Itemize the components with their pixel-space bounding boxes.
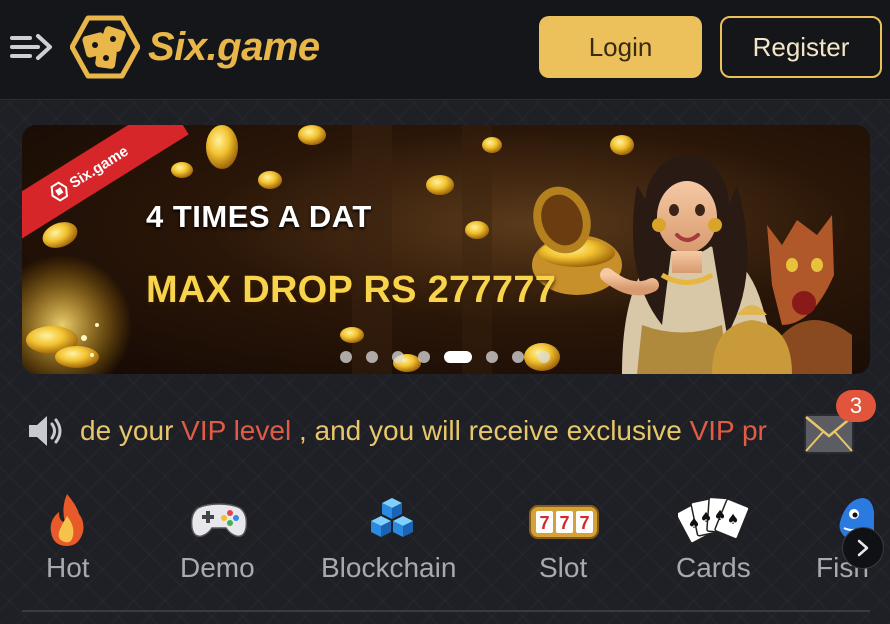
category-label: Hot xyxy=(46,552,90,583)
slot-machine-icon: 7 7 7 xyxy=(529,505,599,539)
marquee-highlight: VIP level xyxy=(181,415,292,446)
register-button[interactable]: Register xyxy=(720,16,882,78)
svg-text:♠: ♠ xyxy=(714,508,727,524)
notice-bar: de your VIP level , and you will receive… xyxy=(22,390,876,462)
marquee-text: de your xyxy=(80,415,182,446)
carousel-dot[interactable] xyxy=(418,351,430,363)
blocks-icon xyxy=(371,498,413,537)
svg-text:7: 7 xyxy=(539,513,549,533)
category-hot[interactable]: Hot xyxy=(40,488,110,588)
svg-text:♠: ♠ xyxy=(688,516,701,532)
category-blockchain[interactable]: Blockchain xyxy=(320,488,466,588)
banner-headline: 4 TIMES A DAT xyxy=(146,199,372,234)
marquee-text: , and you will receive exclusive xyxy=(291,415,690,446)
login-button[interactable]: Login xyxy=(539,16,702,78)
menu-arrow-icon[interactable] xyxy=(8,30,54,64)
logo-text: Six.game xyxy=(148,24,320,69)
category-slot[interactable]: 7 7 7 Slot xyxy=(528,488,604,588)
section-divider xyxy=(22,610,870,612)
category-label: Slot xyxy=(539,552,588,583)
gamepad-icon xyxy=(190,503,248,538)
dice-logo-icon xyxy=(70,15,140,79)
category-label: Blockchain xyxy=(321,552,457,583)
carousel-dot[interactable] xyxy=(512,351,524,363)
promo-banner[interactable]: Six.game 4 TIMES A DAT MAX DROP RS 27777… xyxy=(22,125,870,374)
site-logo[interactable]: Six.game xyxy=(70,14,320,80)
category-label: Cards xyxy=(676,552,751,583)
category-nav: Hot Demo Blockchain 7 7 7 Slot ♠ ♠ ♠ ♠ C… xyxy=(0,488,890,598)
svg-text:♠: ♠ xyxy=(700,510,713,526)
banner-artwork xyxy=(22,125,852,374)
svg-text:7: 7 xyxy=(579,513,589,533)
svg-text:♠: ♠ xyxy=(727,512,740,528)
playing-cards-icon: ♠ ♠ ♠ ♠ xyxy=(678,496,750,544)
chevron-right-icon xyxy=(857,539,869,557)
carousel-dot[interactable] xyxy=(392,351,404,363)
category-label: Demo xyxy=(180,552,255,583)
carousel-dot-active[interactable] xyxy=(444,351,472,363)
svg-text:7: 7 xyxy=(559,513,569,533)
top-header: Six.game Login Register xyxy=(0,0,890,100)
notice-marquee: de your VIP level , and you will receive… xyxy=(80,414,796,450)
carousel-dot[interactable] xyxy=(538,351,550,363)
banner-subheadline: MAX DROP RS 277777 xyxy=(146,269,557,311)
mail-count-badge: 3 xyxy=(836,390,876,422)
category-cards[interactable]: ♠ ♠ ♠ ♠ Cards xyxy=(676,488,756,588)
carousel-dot[interactable] xyxy=(340,351,352,363)
dice-logo-icon xyxy=(50,181,68,202)
category-demo[interactable]: Demo xyxy=(178,488,262,588)
carousel-dot[interactable] xyxy=(486,351,498,363)
carousel-dots xyxy=(340,351,564,363)
carousel-dot[interactable] xyxy=(366,351,378,363)
flame-icon xyxy=(50,494,84,546)
category-next-button[interactable] xyxy=(842,527,884,569)
speaker-icon xyxy=(29,416,62,446)
marquee-highlight: VIP pr xyxy=(689,415,767,446)
